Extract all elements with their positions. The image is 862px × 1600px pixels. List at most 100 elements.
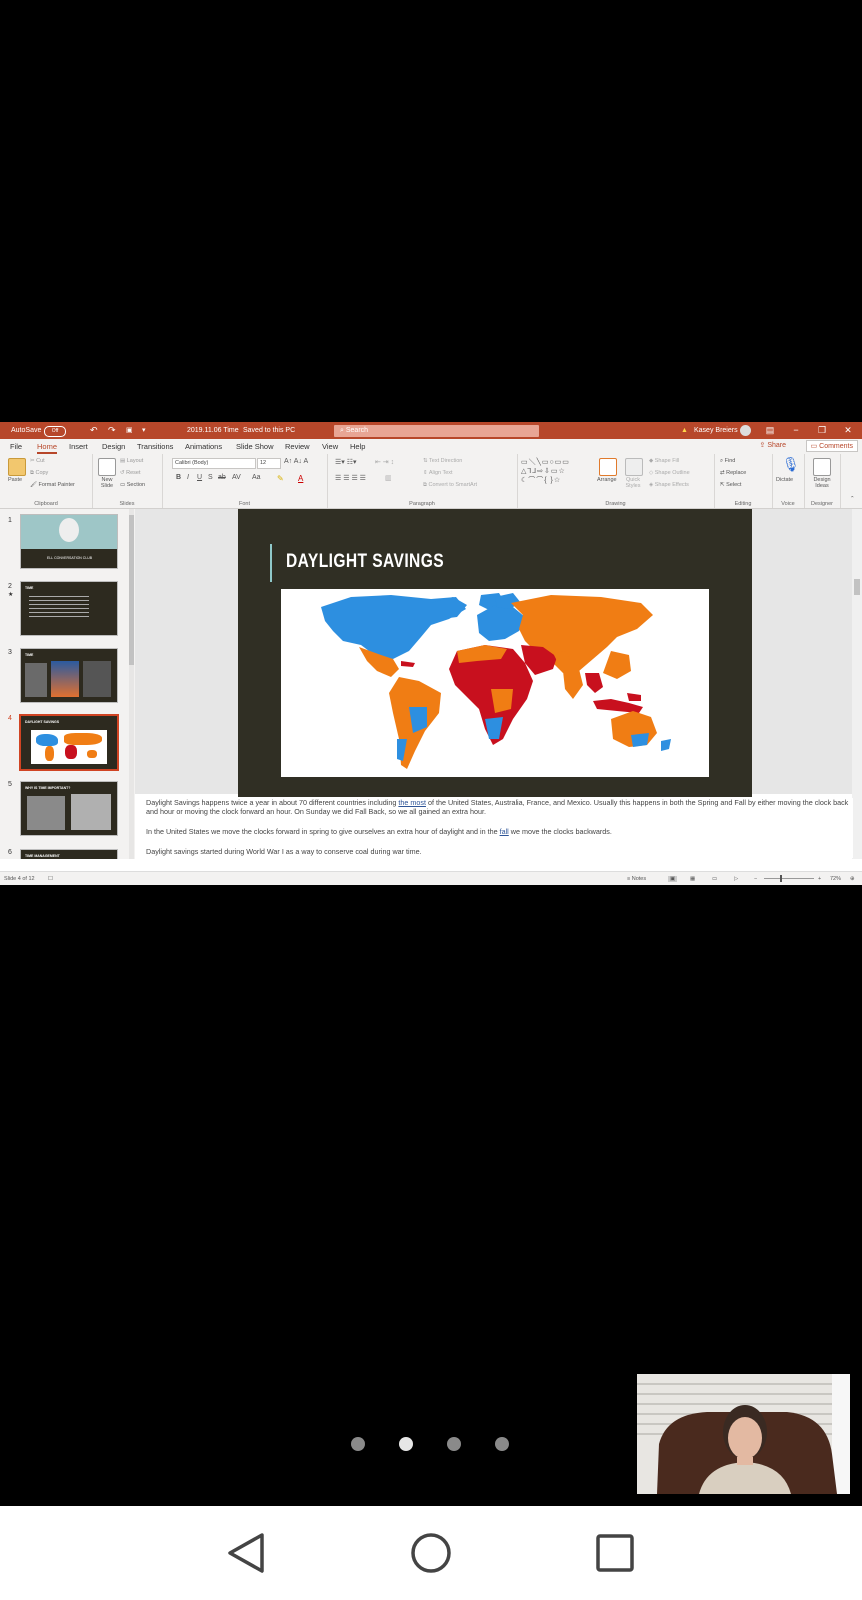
convert-smartart-button[interactable]: ⧉ Convert to SmartArt [423, 482, 477, 489]
zoom-slider-thumb[interactable] [780, 875, 782, 882]
page-indicator-dot[interactable] [495, 1437, 509, 1451]
slide-thumbnail-5[interactable]: WHY IS TIME IMPORTANT? [20, 781, 118, 836]
design-ideas-icon[interactable] [813, 458, 831, 476]
shape-fill-button[interactable]: ◆ Shape Fill [649, 458, 679, 464]
layout-button[interactable]: ▤ Layout [120, 458, 143, 464]
strikethrough-icon[interactable]: ab [218, 474, 226, 481]
char-spacing-icon[interactable]: AV [232, 474, 241, 481]
bold-icon[interactable]: B [176, 474, 181, 481]
fit-to-window-icon[interactable]: ⊕ [850, 876, 855, 882]
slide-thumbnail-3[interactable]: TIME [20, 648, 118, 703]
arrange-button[interactable]: Arrange [597, 477, 617, 483]
undo-icon[interactable]: ↶ [90, 422, 98, 439]
tab-review[interactable]: Review [285, 442, 310, 451]
bullets-icon[interactable]: ☰▾ ☷▾ [335, 458, 357, 466]
shape-outline-button[interactable]: ◇ Shape Outline [649, 470, 690, 476]
slideshow-view-icon[interactable]: ▷ [734, 876, 738, 882]
tab-file[interactable]: File [10, 442, 22, 451]
underline-icon[interactable]: U [197, 474, 202, 481]
align-text-button[interactable]: ⇕ Align Text [423, 470, 453, 476]
section-button[interactable]: ▭ Section [120, 482, 145, 488]
zoom-level[interactable]: 72% [830, 876, 841, 882]
slide-thumbnail-1[interactable]: ELL CONVERSATION CLUB [20, 514, 118, 569]
align-icons[interactable]: ☰ ☰ ☰ ☰ [335, 474, 366, 482]
shape-effects-button[interactable]: ◈ Shape Effects [649, 482, 689, 488]
close-icon[interactable]: ✕ [836, 422, 860, 439]
font-name-select[interactable]: Calibri (Body) [172, 458, 256, 469]
microphone-icon[interactable]: 🎙 [782, 456, 800, 473]
restore-icon[interactable]: ❐ [810, 422, 834, 439]
present-icon[interactable]: ▣ [126, 422, 133, 439]
italic-icon[interactable]: I [187, 474, 189, 481]
scroll-thumb[interactable] [854, 579, 860, 595]
tab-animations[interactable]: Animations [185, 442, 222, 451]
slide-thumbnail-6[interactable]: TIME MANAGEMENT [20, 849, 118, 859]
webcam-preview[interactable] [637, 1374, 850, 1494]
page-indicator-dot[interactable] [351, 1437, 365, 1451]
collapse-ribbon-icon[interactable]: ⌃ [850, 496, 855, 502]
indent-icon[interactable]: ⇤ ⇥ ↕ [375, 458, 394, 466]
spellcheck-icon[interactable]: ☐ [48, 876, 53, 882]
recents-icon[interactable] [596, 1534, 634, 1572]
zoom-in-icon[interactable]: + [818, 876, 821, 882]
slide-scrollbar[interactable] [852, 509, 862, 859]
paste-button[interactable]: Paste [8, 477, 22, 483]
cut-button[interactable]: ✂ Cut [30, 458, 45, 464]
thumbnails-scrollbar[interactable] [129, 509, 134, 859]
select-button[interactable]: ⇱ Select [720, 482, 741, 488]
dictate-button[interactable]: Dictate [776, 477, 793, 483]
quick-styles-button[interactable]: Quick Styles [621, 477, 645, 489]
comments-button[interactable]: ▭ Comments [805, 440, 858, 452]
ribbon-display-icon[interactable]: ▤ [758, 422, 782, 439]
tab-home[interactable]: Home [37, 442, 58, 454]
notes-pane[interactable]: Daylight Savings happens twice a year in… [135, 798, 853, 858]
back-icon[interactable] [226, 1532, 266, 1574]
change-case-icon[interactable]: Aa [252, 474, 261, 481]
notes-button[interactable]: ≡ Notes [627, 876, 646, 882]
font-color-icon[interactable]: A [298, 474, 303, 483]
search-input[interactable]: Search [346, 427, 368, 434]
text-direction-button[interactable]: ⇅ Text Direction [423, 458, 462, 464]
reading-view-icon[interactable]: ▭ [712, 876, 717, 882]
slide-thumbnail-4[interactable]: DAYLIGHT SAVINGS [19, 714, 119, 771]
home-icon[interactable] [410, 1532, 452, 1574]
slide-thumbnail-2[interactable]: TIME [20, 581, 118, 636]
scroll-thumb[interactable] [129, 515, 134, 665]
tab-view[interactable]: View [322, 442, 338, 451]
replace-button[interactable]: ⇄ Replace [720, 470, 746, 476]
design-ideas-button[interactable]: Design Ideas [808, 477, 836, 489]
current-slide[interactable]: DAYLIGHT SAVINGS [238, 509, 752, 797]
minimize-icon[interactable]: − [784, 422, 808, 439]
normal-view-icon[interactable]: ▣ [668, 876, 678, 882]
shadow-icon[interactable]: S [208, 474, 213, 481]
world-map-image[interactable] [281, 589, 709, 777]
reset-button[interactable]: ↺ Reset [120, 470, 141, 476]
save-status[interactable]: Saved to this PC [243, 422, 295, 439]
tab-help[interactable]: Help [350, 442, 365, 451]
slide-sorter-icon[interactable]: ▦ [690, 876, 695, 882]
columns-icon[interactable]: ▥ [385, 474, 392, 482]
font-size-select[interactable]: 12 [257, 458, 281, 469]
page-indicator-dot[interactable] [447, 1437, 461, 1451]
shapes-gallery[interactable]: ▭＼╲▭○▭▭ △⅂⅃⇨⇩▭☆ ☾⌒⌒{ }☆ [521, 457, 570, 485]
new-slide-icon[interactable] [98, 458, 116, 476]
paste-icon[interactable] [8, 458, 26, 476]
new-slide-button[interactable]: New Slide [96, 477, 118, 489]
arrange-icon[interactable] [599, 458, 617, 476]
redo-icon[interactable]: ↷ [108, 422, 116, 439]
tab-transitions[interactable]: Transitions [137, 442, 173, 451]
tab-insert[interactable]: Insert [69, 442, 88, 451]
zoom-slider[interactable] [764, 878, 814, 879]
copy-button[interactable]: ⧉ Copy [30, 470, 48, 477]
avatar[interactable] [740, 425, 751, 436]
share-button[interactable]: ⇪ Share [760, 441, 787, 449]
highlight-icon[interactable]: ✎ [277, 474, 284, 483]
customize-qat-icon[interactable]: ▾ [142, 422, 146, 439]
slide-title[interactable]: DAYLIGHT SAVINGS [286, 551, 444, 573]
quick-styles-icon[interactable] [625, 458, 643, 476]
page-indicator-dot-active[interactable] [399, 1437, 413, 1451]
format-painter-button[interactable]: 🖌 Format Painter [30, 482, 75, 488]
zoom-out-icon[interactable]: − [754, 876, 757, 882]
search-box[interactable]: ⌕ Search [334, 425, 539, 437]
tab-design[interactable]: Design [102, 442, 125, 451]
